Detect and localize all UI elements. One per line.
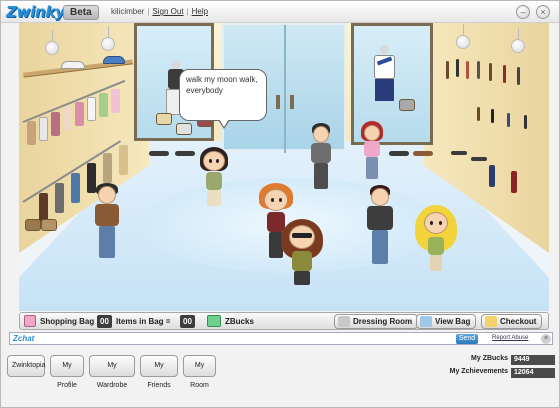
clothing-item[interactable] — [51, 112, 60, 136]
chat-input[interactable] — [42, 334, 452, 344]
speech-bubble: walk my moon walk, everybody — [179, 69, 267, 129]
zchievements-stat-value: 12064 — [511, 368, 555, 378]
zbucks-label: ZBucks — [225, 317, 254, 326]
top-bar: Zwinky Beta kilicimber | Sign Out | Help – × — [1, 1, 559, 23]
clothing-item[interactable] — [63, 107, 72, 131]
bag-item[interactable] — [176, 123, 192, 135]
ceiling-lamp-icon — [511, 28, 525, 53]
my-profile-button[interactable]: My Profile — [50, 355, 84, 389]
shoes-item[interactable] — [389, 151, 409, 156]
hanger-icon — [338, 316, 350, 327]
bag-item[interactable] — [25, 219, 41, 231]
items-in-bag-label: Items in Bag = — [116, 317, 171, 326]
accessory-item[interactable] — [446, 61, 449, 79]
checkout-button[interactable]: Checkout — [481, 314, 543, 329]
pants-item[interactable] — [71, 173, 80, 203]
sunglasses-item[interactable] — [451, 151, 467, 155]
view-bag-button[interactable]: View Bag — [416, 314, 477, 329]
magnifier-icon — [420, 316, 432, 327]
zbucks-stat-label: My ZBucks — [471, 355, 508, 362]
tie-item[interactable] — [511, 171, 517, 193]
shopping-bag-label[interactable]: Shopping Bag — [40, 315, 94, 329]
ceiling-lamp-icon — [101, 26, 115, 51]
report-abuse-link[interactable]: Report Abuse — [492, 335, 528, 341]
clothing-item[interactable] — [75, 102, 84, 126]
shoes-item[interactable] — [175, 151, 195, 156]
zwinktopia-button[interactable]: Zwinktopia — [7, 355, 45, 377]
bag-count: 00 — [97, 315, 112, 328]
bag-item[interactable] — [156, 113, 172, 125]
zchat-label: Zchat — [13, 334, 35, 343]
chat-close-icon[interactable]: × — [541, 334, 551, 344]
bag-item[interactable] — [399, 99, 415, 111]
username: kilicimber — [111, 7, 145, 16]
send-button[interactable]: Send — [456, 334, 478, 344]
my-room-button[interactable]: My Room — [183, 355, 216, 389]
checkout-label: Checkout — [500, 317, 537, 326]
shoes-item[interactable] — [413, 151, 433, 156]
hat-item[interactable] — [103, 56, 125, 64]
avatar-red-hair[interactable] — [359, 121, 385, 181]
help-link[interactable]: Help — [192, 7, 208, 16]
cart-icon — [485, 316, 497, 327]
my-wardrobe-button[interactable]: My Wardrobe — [89, 355, 135, 389]
pants-item[interactable] — [55, 183, 64, 213]
accessory-item[interactable] — [503, 65, 506, 83]
sunglasses-item[interactable] — [471, 157, 487, 161]
beta-badge: Beta — [63, 5, 99, 20]
minimize-icon[interactable]: – — [516, 5, 530, 19]
ceiling-lamp-icon — [45, 30, 59, 55]
chat-bar: Zchat Send Report Abuse × — [9, 332, 553, 345]
zbucks-icon — [207, 315, 221, 327]
ceiling-lamp-icon — [456, 24, 470, 49]
accessory-item[interactable] — [466, 61, 469, 79]
clothing-item[interactable] — [39, 117, 48, 141]
belt-item[interactable] — [524, 115, 527, 129]
shopping-bar: Shopping Bag 00 Items in Bag = 00 ZBucks… — [19, 312, 549, 330]
pants-item[interactable] — [119, 145, 128, 175]
shoes-item[interactable] — [149, 151, 169, 156]
tie-item[interactable] — [489, 165, 495, 187]
avatar-sunglasses[interactable] — [281, 219, 323, 287]
accessory-item[interactable] — [489, 63, 492, 81]
zbucks-count: 00 — [180, 315, 195, 328]
view-bag-label: View Bag — [435, 317, 471, 326]
close-icon[interactable]: × — [536, 5, 550, 19]
store-scene[interactable]: walk my moon walk, everybody — [19, 23, 549, 311]
zchievements-stat-label: My Zchievements — [449, 368, 508, 375]
accessory-item[interactable] — [456, 59, 459, 77]
accessory-item[interactable] — [477, 61, 480, 79]
clothing-item[interactable] — [27, 121, 36, 145]
shopping-bag-icon[interactable] — [24, 315, 36, 327]
belt-item[interactable] — [507, 113, 510, 127]
dressing-room-label: Dressing Room — [353, 317, 413, 326]
clothing-item[interactable] — [111, 89, 120, 113]
avatar-blonde[interactable] — [415, 205, 457, 275]
accessory-item[interactable] — [517, 67, 520, 85]
avatar-gray-shirt[interactable] — [308, 123, 334, 191]
bag-item[interactable] — [41, 219, 57, 231]
clothing-item[interactable] — [99, 93, 108, 117]
my-friends-button[interactable]: My Friends — [140, 355, 178, 389]
belt-item[interactable] — [491, 109, 494, 123]
hat-item[interactable] — [61, 61, 85, 69]
avatar-brown-jacket[interactable] — [93, 183, 121, 263]
belt-item[interactable] — [477, 107, 480, 121]
user-links: kilicimber | Sign Out | Help — [111, 7, 209, 16]
zbucks-stat-value: 9449 — [511, 355, 555, 365]
pants-item[interactable] — [103, 153, 112, 183]
avatar-black-jacket[interactable] — [365, 185, 395, 267]
clothing-item[interactable] — [87, 97, 96, 121]
app-window: Zwinky Beta kilicimber | Sign Out | Help – × — [0, 0, 560, 408]
sign-out-link[interactable]: Sign Out — [152, 7, 183, 16]
dressing-room-button[interactable]: Dressing Room — [334, 314, 419, 329]
avatar-dark-hair[interactable] — [199, 147, 229, 209]
zwinky-logo[interactable]: Zwinky — [6, 3, 65, 21]
